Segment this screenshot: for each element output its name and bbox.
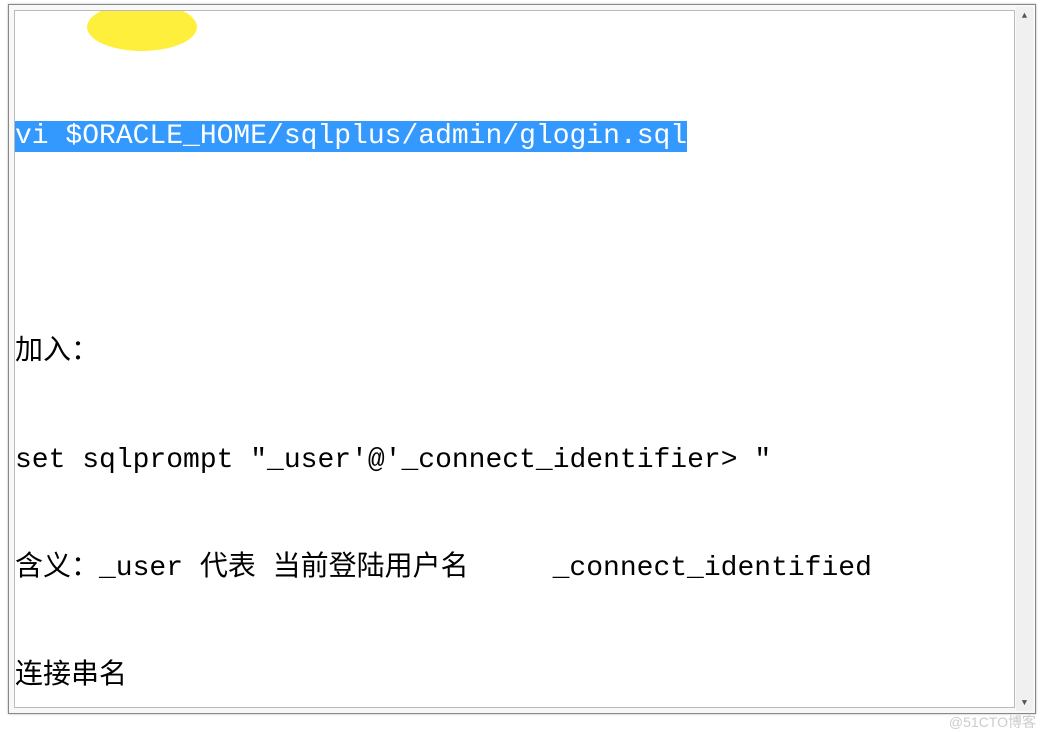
blank-line	[15, 227, 1014, 263]
section-add-header: 加入：	[15, 335, 1014, 371]
vertical-scrollbar[interactable]: ▲ ▼	[1016, 7, 1033, 711]
watermark-text: @51CTO博客	[949, 712, 1036, 732]
document-frame: vi $ORACLE_HOME/sqlplus/admin/glogin.sql…	[8, 4, 1036, 714]
highlight-marker	[87, 10, 197, 51]
scroll-down-arrow-icon[interactable]: ▼	[1016, 694, 1033, 711]
meaning-explanation-2: 连接串名	[15, 659, 1014, 695]
document-content: vi $ORACLE_HOME/sqlplus/admin/glogin.sql…	[15, 11, 1014, 708]
content-area: vi $ORACLE_HOME/sqlplus/admin/glogin.sql…	[14, 10, 1015, 708]
scroll-up-arrow-icon[interactable]: ▲	[1016, 7, 1033, 24]
meaning-explanation-1: 含义：_user 代表 当前登陆用户名 _connect_identified	[15, 551, 1014, 587]
vi-command-selected: vi $ORACLE_HOME/sqlplus/admin/glogin.sql	[15, 121, 687, 152]
sqlprompt-setting: set sqlprompt ″_user'@'_connect_identifi…	[15, 443, 1014, 479]
command-line-wrap: vi $ORACLE_HOME/sqlplus/admin/glogin.sql	[15, 119, 1014, 155]
